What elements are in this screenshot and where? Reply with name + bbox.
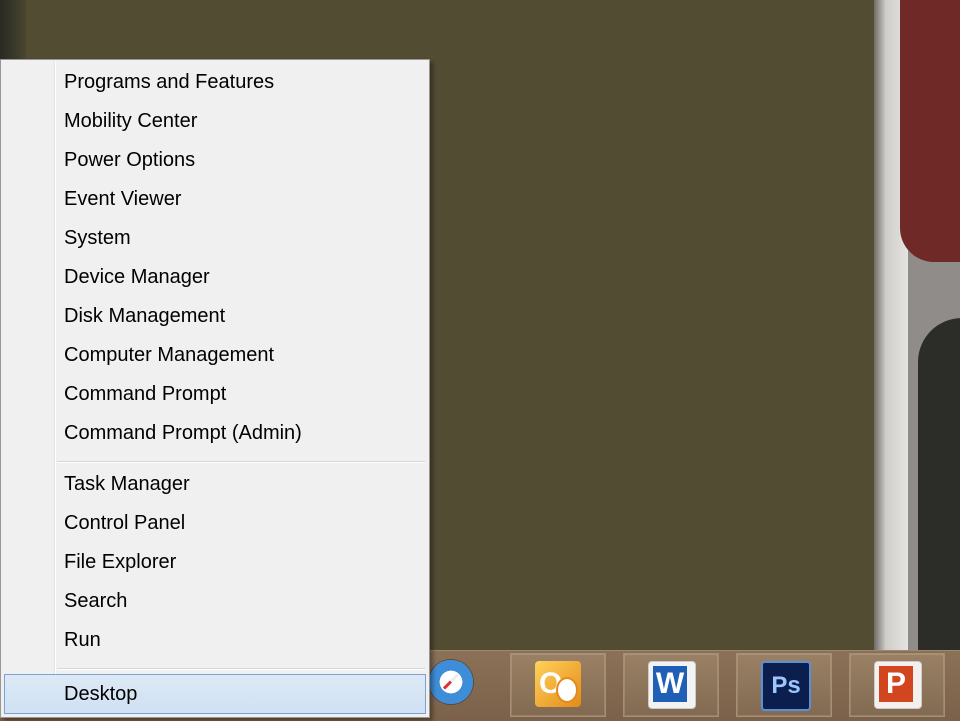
menu-item-computer-management[interactable]: Computer Management <box>4 338 426 374</box>
menu-item-programs-and-features[interactable]: Programs and Features <box>4 65 426 101</box>
menu-item-desktop[interactable]: Desktop <box>4 674 426 714</box>
menu-item-label: Programs and Features <box>64 71 275 93</box>
menu-separator <box>57 668 425 669</box>
quick-link-menu: Programs and Features Mobility Center Po… <box>0 59 430 718</box>
menu-item-device-manager[interactable]: Device Manager <box>4 260 426 296</box>
menu-separator <box>57 461 425 462</box>
menu-item-label: Search <box>64 590 128 612</box>
menu-item-event-viewer[interactable]: Event Viewer <box>4 182 426 218</box>
menu-item-label: Run <box>64 629 101 651</box>
wallpaper-dark-shape <box>918 318 960 658</box>
menu-item-mobility-center[interactable]: Mobility Center <box>4 104 426 140</box>
menu-item-run[interactable]: Run <box>4 623 426 659</box>
menu-item-search[interactable]: Search <box>4 584 426 620</box>
menu-item-label: Mobility Center <box>64 110 198 132</box>
menu-item-command-prompt-admin[interactable]: Command Prompt (Admin) <box>4 416 426 452</box>
menu-item-label: Command Prompt (Admin) <box>64 422 302 444</box>
powerpoint-icon: P <box>874 661 922 709</box>
menu-item-label: File Explorer <box>64 551 177 573</box>
taskbar-button-word[interactable]: W <box>623 653 719 717</box>
menu-item-system[interactable]: System <box>4 221 426 257</box>
menu-item-label: Power Options <box>64 149 196 171</box>
outlook-icon: O <box>535 661 581 707</box>
taskbar-button-photoshop[interactable]: Ps <box>736 653 832 717</box>
menu-item-label: Desktop <box>64 683 138 705</box>
menu-item-command-prompt[interactable]: Command Prompt <box>4 377 426 413</box>
menu-item-label: Task Manager <box>64 473 190 495</box>
menu-item-label: System <box>64 227 131 249</box>
safari-icon[interactable] <box>429 660 473 704</box>
menu-item-disk-management[interactable]: Disk Management <box>4 299 426 335</box>
photoshop-icon: Ps <box>761 661 811 711</box>
taskbar-button-powerpoint[interactable]: P <box>849 653 945 717</box>
menu-item-label: Event Viewer <box>64 188 182 210</box>
menu-item-label: Device Manager <box>64 266 210 288</box>
wallpaper-red-shape <box>900 0 960 262</box>
menu-item-control-panel[interactable]: Control Panel <box>4 506 426 542</box>
menu-item-task-manager[interactable]: Task Manager <box>4 467 426 503</box>
menu-item-file-explorer[interactable]: File Explorer <box>4 545 426 581</box>
word-icon: W <box>648 661 696 709</box>
menu-item-label: Command Prompt <box>64 383 227 405</box>
menu-item-label: Disk Management <box>64 305 226 327</box>
menu-item-power-options[interactable]: Power Options <box>4 143 426 179</box>
menu-item-label: Computer Management <box>64 344 275 366</box>
desktop-wallpaper-right <box>874 0 960 658</box>
menu-item-label: Control Panel <box>64 512 186 534</box>
taskbar-button-outlook[interactable]: O <box>510 653 606 717</box>
